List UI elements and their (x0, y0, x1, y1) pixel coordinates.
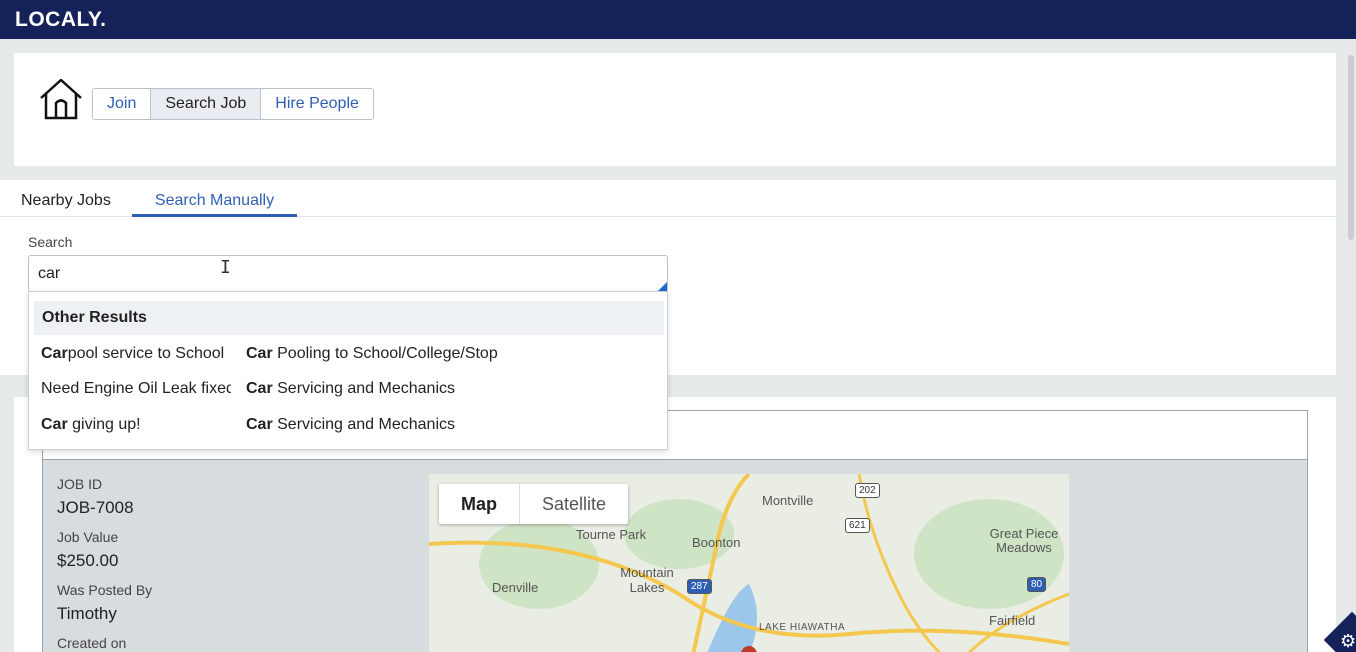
app-logo[interactable]: LOCALY. (15, 8, 106, 32)
job-value-label: Job Value (57, 529, 119, 545)
job-id-value: JOB-7008 (57, 498, 134, 517)
route-shield: 202 (855, 483, 880, 498)
map-view-button[interactable]: Map (439, 484, 520, 524)
search-label: Search (28, 234, 73, 250)
map-label: Tourne Park (576, 527, 647, 542)
nav-button-group: Join Search Job Hire People (92, 88, 374, 120)
suggestion-item[interactable]: Carpool service to School (41, 345, 231, 363)
page-scrollbar[interactable] (1348, 55, 1354, 240)
job-map[interactable]: Map Satellite Montville Tourne Park Boon… (429, 474, 1069, 652)
map-label: Montville (762, 493, 814, 508)
search-job-button[interactable]: Search Job (151, 89, 262, 119)
join-button[interactable]: Join (93, 89, 152, 119)
suggestions-header: Other Results (34, 301, 664, 335)
map-label: LAKE HIAWATHA (759, 622, 846, 633)
text-cursor-icon: I (220, 257, 231, 278)
job-value: $250.00 (57, 551, 119, 570)
nav-card: Join Search Job Hire People (14, 53, 1336, 166)
suggestion-item[interactable]: Car giving up! (41, 416, 231, 434)
hire-people-button[interactable]: Hire People (261, 89, 373, 119)
route-shield: 287 (687, 579, 712, 594)
created-on-label: Created on (57, 635, 127, 651)
job-details: JOB ID JOB-7008 Job Value $250.00 Was Po… (57, 473, 152, 652)
route-shield: 621 (845, 518, 870, 533)
map-label: Great Piece Meadows (989, 526, 1059, 555)
suggestion-item[interactable]: Car Servicing and Mechanics (246, 380, 656, 398)
tab-bar: Nearby Jobs Search Manually (0, 180, 1336, 217)
tab-nearby-jobs[interactable]: Nearby Jobs (21, 192, 111, 210)
suggestion-item[interactable]: Need Engine Oil Leak fixed (41, 380, 231, 398)
map-label: Mountain Lakes (620, 565, 674, 595)
route-shield: 80 (1027, 577, 1047, 592)
search-input[interactable] (28, 255, 668, 292)
home-icon[interactable] (38, 77, 84, 121)
suggestion-item[interactable]: Car Servicing and Mechanics (246, 416, 656, 434)
suggestion-item[interactable]: Car Pooling to School/College/Stop (246, 345, 656, 363)
tab-search-manually[interactable]: Search Manually (132, 192, 297, 217)
map-type-toggle: Map Satellite (439, 484, 629, 524)
search-suggestions-dropdown: Other Results Carpool service to School … (28, 291, 668, 450)
posted-by-label: Was Posted By (57, 582, 153, 598)
top-bar: LOCALY. (0, 0, 1356, 39)
map-label: Denville (492, 580, 539, 595)
posted-by-value: Timothy (57, 604, 117, 623)
satellite-view-button[interactable]: Satellite (520, 484, 628, 524)
gear-icon: ⚙ (1340, 631, 1356, 651)
job-id-label: JOB ID (57, 476, 103, 492)
map-label: Fairfield (989, 613, 1036, 628)
map-label: Boonton (692, 535, 741, 550)
